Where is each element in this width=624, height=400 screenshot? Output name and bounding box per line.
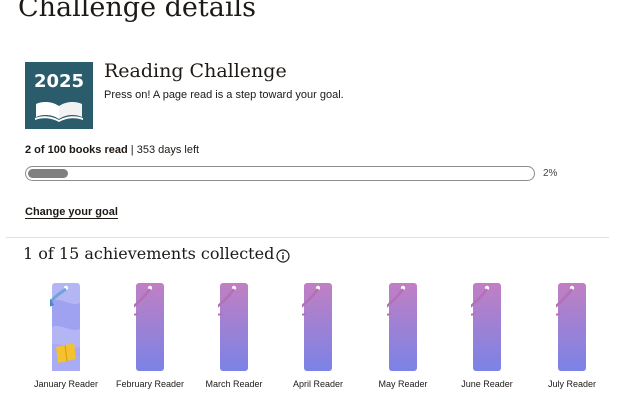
progress-separator: |: [127, 144, 137, 156]
achievement-bookmark[interactable]: [218, 283, 250, 371]
achievement-bookmark[interactable]: [134, 283, 166, 371]
achievement-label: January Reader: [33, 379, 99, 389]
achievement-bookmark[interactable]: [302, 283, 334, 371]
achievement-label: May Reader: [378, 379, 428, 389]
achievement-label: February Reader: [115, 379, 185, 389]
challenge-badge: 2025: [25, 62, 93, 129]
challenge-tagline: Press on! A page read is a step toward y…: [104, 89, 344, 101]
open-book-icon: [35, 101, 83, 122]
progress-bar-fill: [28, 169, 68, 178]
achievement-bookmark[interactable]: [50, 283, 82, 371]
achievement-label: June Reader: [461, 379, 513, 389]
progress-bar: [25, 166, 535, 181]
achievement-bookmark[interactable]: [387, 283, 419, 371]
achievement-label: July Reader: [547, 379, 597, 389]
section-divider: [6, 237, 609, 238]
books-read-count: 2 of 100 books read: [25, 144, 128, 156]
progress-summary: 2 of 100 books read | 353 days left: [25, 144, 199, 156]
achievement-bookmark[interactable]: [556, 283, 588, 371]
progress-percent: 2%: [543, 168, 558, 179]
page-title: Challenge details: [18, 0, 256, 23]
days-left: 353 days left: [136, 144, 200, 156]
badge-year: 2025: [33, 71, 85, 92]
info-icon[interactable]: [276, 249, 290, 263]
achievement-label: March Reader: [205, 379, 263, 389]
achievement-label: April Reader: [292, 379, 344, 389]
change-goal-link[interactable]: Change your goal: [25, 206, 118, 218]
achievements-heading: 1 of 15 achievements collected: [23, 244, 275, 263]
challenge-name: Reading Challenge: [104, 60, 287, 82]
achievement-bookmark[interactable]: [471, 283, 503, 371]
